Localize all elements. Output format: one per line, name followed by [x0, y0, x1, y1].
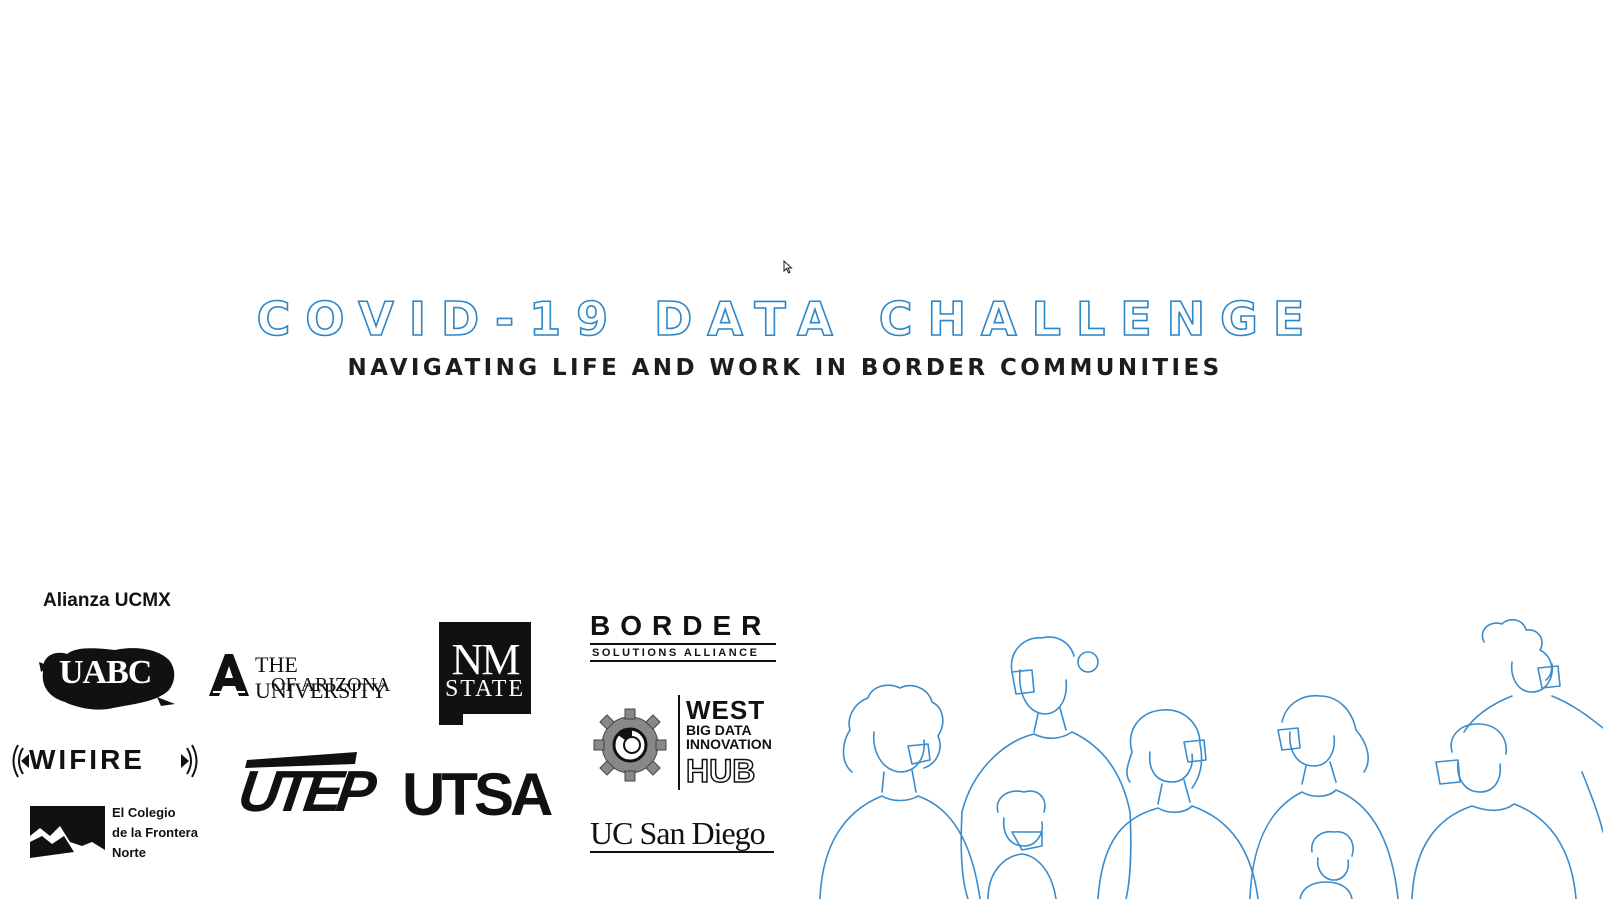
person-right-mid	[1249, 695, 1399, 899]
west-line-2-3: BIG DATA INNOVATION	[686, 723, 772, 751]
border-logo-line-1: BORDER	[590, 610, 772, 641]
colef-mountain-icon	[30, 806, 105, 858]
person-top-right	[1463, 618, 1603, 733]
alianza-label: Alianza UCMX	[43, 590, 171, 611]
colef-text-block: El Colegio de la Frontera Norte	[112, 803, 198, 863]
uabc-logo-text: UABC	[59, 654, 152, 691]
west-line-4: HUB	[685, 752, 756, 790]
utep-logo: UTEP	[234, 750, 374, 842]
university-of-arizona-logo: THE UNIVERSITY OF ARIZONA	[207, 650, 407, 703]
border-solutions-alliance-logo: BORDER SOLUTIONS ALLIANCE	[590, 610, 780, 665]
person-long-hair	[1097, 709, 1259, 899]
colef-line-2: de la Frontera	[112, 825, 198, 840]
colef-logo: El Colegio de la Frontera Norte	[30, 803, 210, 860]
border-logo-divider-bottom	[590, 660, 776, 662]
nm-state-line-2: STATE	[444, 676, 526, 702]
arizona-line-2: OF ARIZONA	[271, 674, 391, 696]
nm-state-logo: NM STATE	[439, 622, 531, 725]
utep-logo-text: UTEP	[234, 759, 375, 824]
border-logo-divider-top	[590, 643, 776, 645]
wifire-logo-text: WIFIRE	[29, 744, 145, 775]
person-child	[987, 790, 1057, 899]
colef-line-1: El Colegio	[112, 805, 176, 820]
colef-line-3: Norte	[112, 845, 146, 860]
uabc-logo: UABC	[37, 642, 177, 712]
slide-subtitle: NAVIGATING LIFE AND WORK IN BORDER COMMU…	[347, 355, 1223, 381]
mouse-cursor-icon	[783, 260, 793, 274]
west-big-data-hub-logo: WEST BIG DATA INNOVATION HUB	[592, 695, 777, 790]
ucsd-logo-text: UC San Diego	[590, 815, 766, 851]
utsa-logo-text: UTSA	[402, 761, 553, 828]
border-logo-line-2: SOLUTIONS ALLIANCE	[592, 647, 760, 659]
west-line-2: BIG DATA	[686, 722, 752, 738]
person-small-bottom	[1299, 830, 1354, 899]
people-with-masks-illustration	[819, 618, 1603, 899]
person-far-right	[1411, 723, 1603, 899]
utsa-logo: UTSA	[402, 760, 572, 830]
slide-title: COVID-19 DATA CHALLENGE	[256, 291, 1320, 347]
west-logo-divider	[678, 695, 680, 790]
wifire-logo: WIFIRE	[9, 742, 201, 780]
ucsd-underline	[590, 851, 774, 853]
west-line-3: INNOVATION	[686, 736, 772, 752]
gear-icon	[593, 708, 667, 782]
person-curly-hair	[819, 684, 981, 899]
uc-san-diego-logo: UC San Diego	[590, 815, 780, 857]
arizona-a-icon	[209, 654, 249, 696]
